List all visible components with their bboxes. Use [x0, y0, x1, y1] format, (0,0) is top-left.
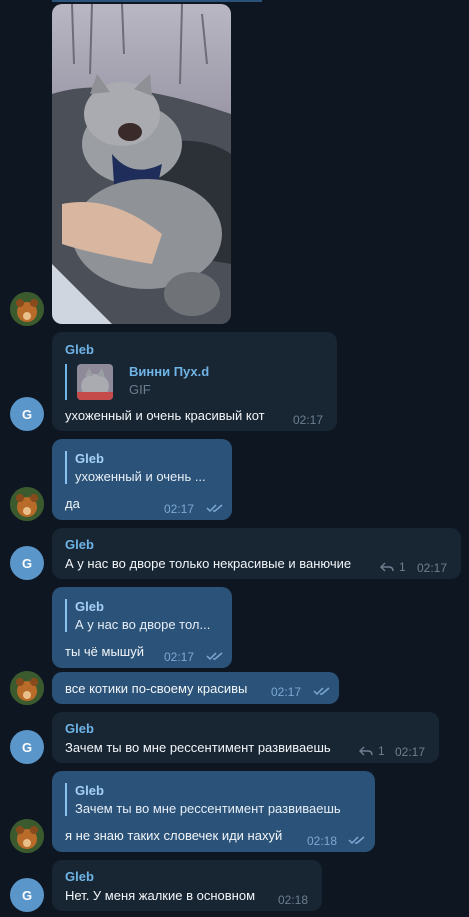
cat-gif[interactable] — [52, 4, 231, 324]
message-bubble[interactable]: Gleb Зачем ты во мне рессентимент развив… — [52, 771, 375, 852]
reply-arrow-icon — [359, 746, 373, 756]
my-avatar[interactable] — [10, 487, 44, 521]
message-bubble[interactable]: Gleb ухоженный и очень ... да 02:17 — [52, 439, 232, 520]
avatar-letter: G — [21, 406, 33, 422]
message-bubble[interactable]: все котики по-своему красивы 02:17 — [52, 672, 339, 704]
reply-arrow-icon — [380, 562, 394, 572]
sender-name[interactable]: Gleb — [65, 537, 94, 552]
message-text: А у нас во дворе только некрасивые и ван… — [65, 556, 352, 571]
sender-name[interactable]: Gleb — [65, 869, 94, 884]
message-bubble[interactable]: Gleb А у нас во дворе тол... ты чё мышуй… — [52, 587, 232, 668]
message-bubble[interactable]: Gleb Нет. У меня жалкие в основном 02:18 — [52, 860, 322, 911]
reply-author: Gleb — [75, 451, 104, 466]
message-text: да — [65, 496, 80, 511]
message-time: 02:17 — [395, 745, 426, 759]
gleb-avatar[interactable]: G — [10, 397, 44, 431]
message-text: я не знаю таких словечек иди нахуй — [65, 828, 283, 843]
message-text: ухоженный и очень красивый кот — [65, 408, 265, 423]
message-time: 02:18 — [307, 834, 338, 848]
gif-title: Винни Пух.d — [129, 364, 210, 379]
reply-author: Gleb — [75, 783, 104, 798]
reply-quote[interactable]: Gleb А у нас во дворе тол... — [65, 599, 210, 632]
message-bubble[interactable]: Gleb Зачем ты во мне рессентимент развив… — [52, 712, 439, 763]
gleb-avatar[interactable]: G — [10, 730, 44, 764]
forwarded-gif-preview[interactable]: Винни Пух.d GIF — [65, 364, 209, 400]
reply-snippet: ухоженный и очень ... — [75, 469, 206, 484]
message-time: 02:17 — [271, 685, 302, 699]
gleb-avatar[interactable]: G — [10, 546, 44, 580]
reply-snippet: Зачем ты во мне рессентимент развиваешь — [75, 801, 341, 816]
avatar-letter: G — [21, 887, 33, 903]
read-checks-icon — [313, 687, 330, 696]
my-avatar[interactable] — [10, 819, 44, 853]
read-checks-icon — [206, 504, 223, 513]
gleb-avatar[interactable]: G — [10, 878, 44, 912]
message-time: 02:17 — [164, 502, 195, 516]
replies-counter[interactable]: 1 — [359, 744, 385, 758]
message-text: Зачем ты во мне рессентимент развиваешь — [65, 740, 331, 755]
message-text: Нет. У меня жалкие в основном — [65, 888, 256, 903]
message-bubble[interactable]: Gleb А у нас во дворе только некрасивые … — [52, 528, 461, 579]
message-time: 02:18 — [278, 893, 309, 907]
read-checks-icon — [206, 652, 223, 661]
my-avatar[interactable] — [10, 671, 44, 705]
avatar-letter: G — [21, 739, 33, 755]
reply-count: 1 — [378, 744, 385, 758]
reply-quote[interactable]: Gleb ухоженный и очень ... — [65, 451, 206, 484]
message-time: 02:17 — [164, 650, 195, 664]
sender-name[interactable]: Gleb — [65, 721, 94, 736]
read-checks-icon — [348, 836, 365, 845]
reply-author: Gleb — [75, 599, 104, 614]
message-time: 02:17 — [417, 561, 448, 575]
message-time: 02:17 — [293, 413, 324, 427]
message-bubble[interactable]: Gleb Винни Пух.d GIF ухоженный и очень к… — [52, 332, 337, 431]
sender-name[interactable]: Gleb — [65, 342, 94, 357]
avatar-letter: G — [21, 555, 33, 571]
gif-label: GIF — [129, 382, 151, 397]
reply-snippet: А у нас во дворе тол... — [75, 617, 211, 632]
gif-thumbnail — [77, 364, 113, 400]
message-text: все котики по-своему красивы — [65, 681, 248, 696]
reply-quote[interactable]: Gleb Зачем ты во мне рессентимент развив… — [65, 783, 341, 816]
my-avatar[interactable] — [10, 292, 44, 326]
message-text: ты чё мышуй — [65, 644, 144, 659]
reply-count: 1 — [399, 560, 406, 574]
replies-counter[interactable]: 1 — [380, 560, 406, 574]
selection-line — [52, 0, 262, 2]
